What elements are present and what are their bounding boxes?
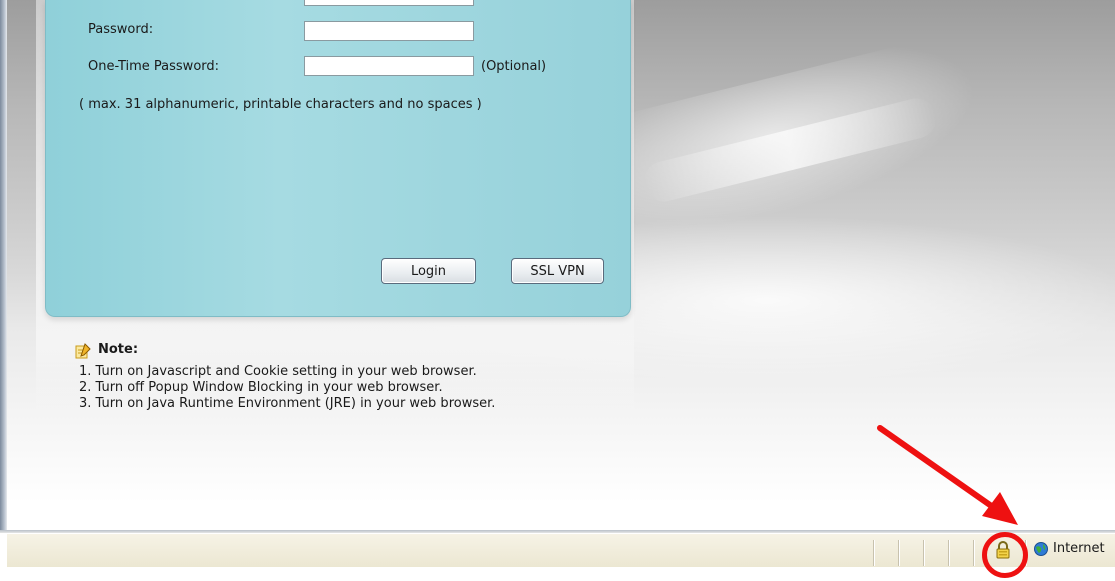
note-pencil-icon (75, 343, 91, 359)
note-item: 3. Turn on Java Runtime Environment (JRE… (79, 396, 496, 411)
login-button[interactable]: Login (381, 258, 476, 284)
status-divider (873, 540, 874, 566)
status-bar-panel (7, 533, 1115, 567)
user-name-input[interactable] (304, 0, 474, 6)
annotation-circle (982, 532, 1028, 578)
otp-label: One-Time Password: (88, 59, 220, 74)
password-input[interactable] (304, 21, 474, 41)
password-label: Password: (88, 22, 154, 37)
status-divider (973, 540, 974, 566)
note-list: 1. Turn on Javascript and Cookie setting… (79, 364, 495, 412)
status-divider (923, 540, 924, 566)
annotation-arrow (877, 425, 1018, 525)
password-hint: ( max. 31 alphanumeric, printable charac… (79, 97, 482, 112)
note-title: Note: (98, 342, 139, 357)
note-item: 2. Turn off Popup Window Blocking in you… (79, 380, 443, 395)
security-zone-label: Internet (1053, 541, 1105, 556)
status-divider (948, 540, 949, 566)
note-item: 1. Turn on Javascript and Cookie setting… (79, 364, 477, 379)
ssl-vpn-button[interactable]: SSL VPN (511, 258, 604, 284)
otp-input[interactable] (304, 56, 474, 76)
status-divider (898, 540, 899, 566)
window-frame-left (0, 0, 7, 530)
browser-viewport: Password: One-Time Password: (Optional) … (0, 0, 1115, 581)
optional-label: (Optional) (481, 59, 547, 74)
status-bar (0, 530, 1115, 581)
internet-globe-icon (1034, 542, 1048, 556)
